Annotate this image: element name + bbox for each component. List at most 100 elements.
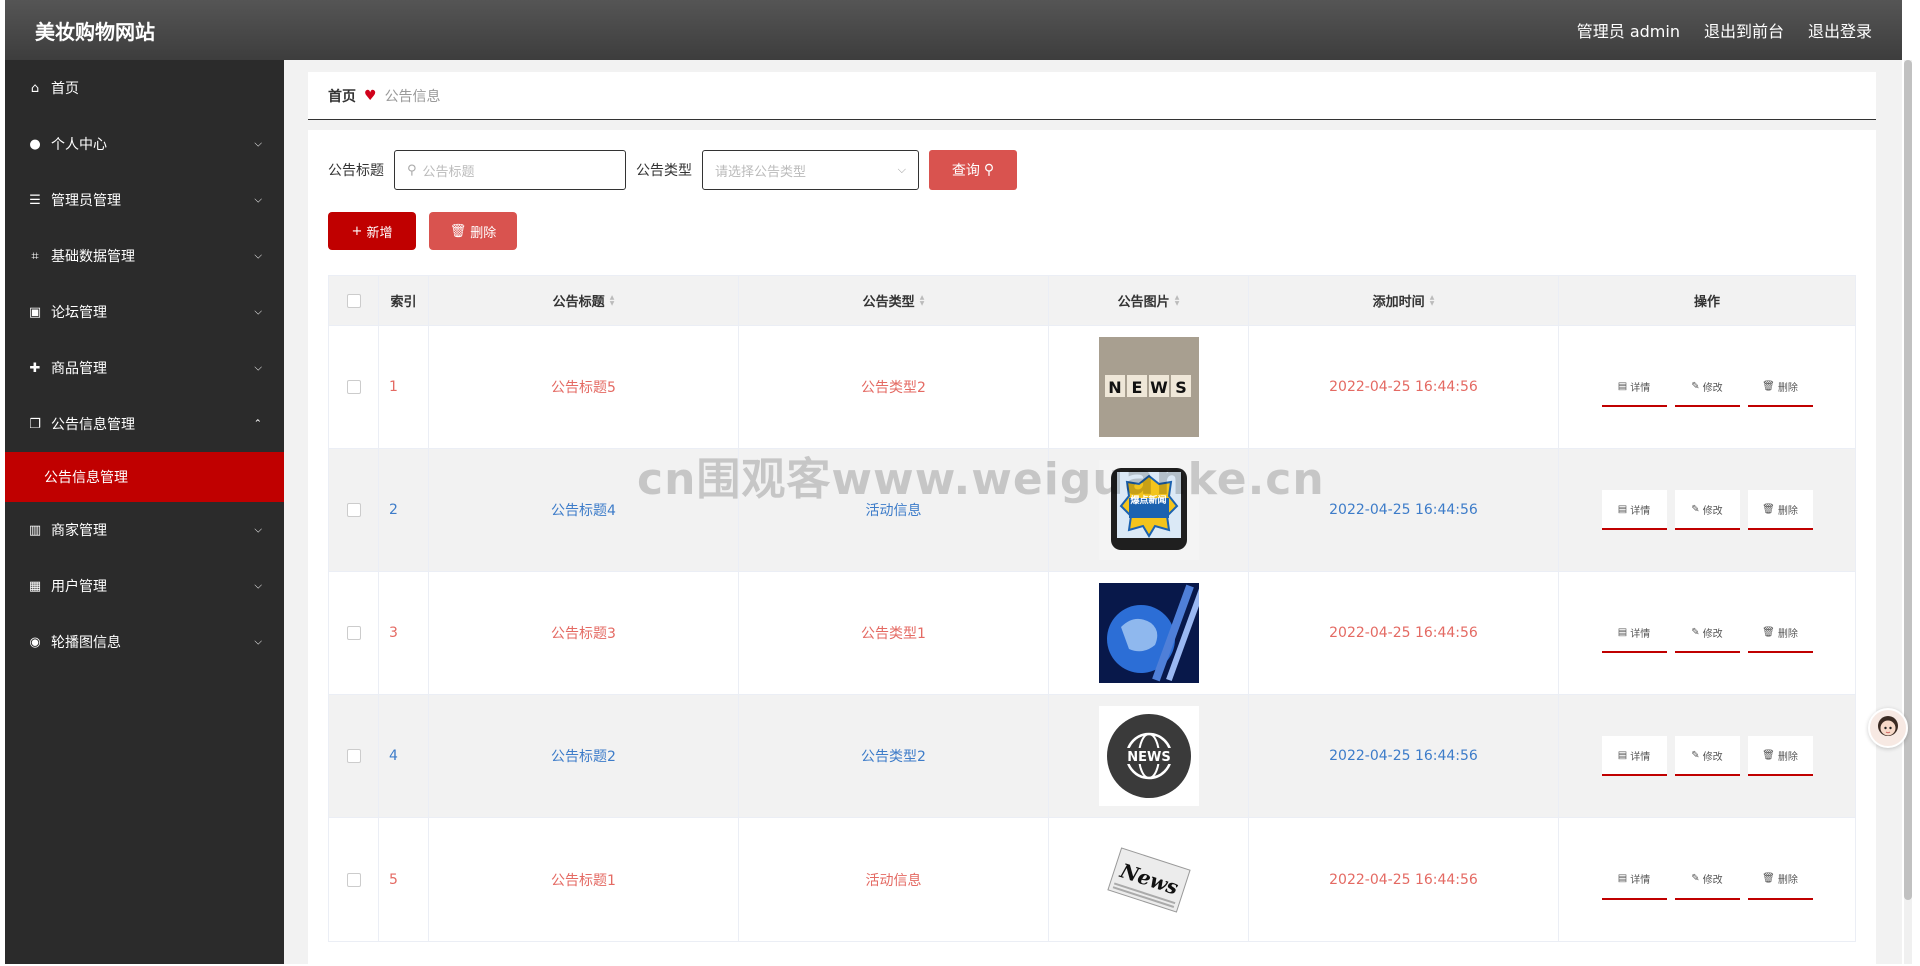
sidebar-item-admins[interactable]: ☰ 管理员管理 ⌵	[5, 172, 284, 228]
sidebar-item-notices[interactable]: ❐ 公告信息管理 ⌃	[5, 396, 284, 452]
edit-button-label: 修改	[1702, 875, 1723, 886]
edit-icon: ✎	[1691, 873, 1700, 884]
sort-icon: ▲ ▼	[1174, 293, 1180, 307]
edit-button[interactable]: ✎ 修改	[1674, 490, 1740, 530]
sort-icon: ▲ ▼	[1429, 293, 1435, 307]
edit-button[interactable]: ✎ 修改	[1674, 859, 1740, 900]
page-scrollbar[interactable]	[1904, 60, 1912, 964]
detail-button[interactable]: ▤ 详情	[1601, 613, 1667, 653]
row-checkbox[interactable]	[346, 503, 361, 517]
breadcrumb-home[interactable]: 首页	[328, 86, 356, 106]
title-search-input[interactable]: ⚲ 公告标题	[394, 150, 626, 190]
sidebar-item-forum[interactable]: ▣ 论坛管理 ⌵	[5, 284, 284, 340]
header-image[interactable]: 公告图片 ▲ ▼	[1049, 276, 1249, 325]
delete-button[interactable]: 🗑 删除	[1747, 613, 1813, 653]
delete-button[interactable]: 🗑 删除	[1747, 490, 1813, 530]
row-checkbox-cell	[329, 572, 379, 694]
sidebar-item-label: 首页	[51, 81, 79, 97]
globe-news-image[interactable]	[1098, 583, 1199, 683]
newspaper-image[interactable]: News	[1098, 829, 1199, 930]
sidebar-item-merchants[interactable]: ▥ 商家管理 ⌵	[5, 502, 284, 558]
row-checkbox[interactable]	[346, 749, 361, 763]
submenu-item-notice-management[interactable]: 公告信息管理	[5, 452, 284, 502]
row-time: 2022-04-25 16:44:56	[1249, 449, 1559, 571]
header-type[interactable]: 公告类型 ▲ ▼	[739, 276, 1049, 325]
chevron-down-icon: ⌵	[254, 636, 262, 648]
sort-icon: ▲ ▼	[919, 293, 925, 307]
sidebar-item-home[interactable]: ⌂ 首页	[5, 60, 284, 116]
edit-button[interactable]: ✎ 修改	[1674, 613, 1740, 653]
detail-button[interactable]: ▤ 详情	[1601, 367, 1667, 407]
header-title[interactable]: 公告标题 ▲ ▼	[429, 276, 739, 325]
chevron-down-icon: ⌵	[254, 524, 262, 536]
hot-news-phone-image[interactable]: 爆点新闻	[1098, 460, 1199, 560]
edit-button[interactable]: ✎ 修改	[1674, 367, 1740, 407]
sidebar-item-profile[interactable]: ● 个人中心 ⌵	[5, 116, 284, 172]
sidebar-item-label: 基础数据管理	[51, 249, 135, 265]
delete-button-label: 删除	[1777, 382, 1798, 394]
edit-button-label: 修改	[1702, 505, 1723, 517]
sidebar-item-label: 管理员管理	[51, 193, 121, 209]
row-time: 2022-04-25 16:44:56	[1249, 695, 1559, 817]
type-select[interactable]: 请选择公告类型 ⌵	[702, 150, 919, 190]
submenu-item-label: 公告信息管理	[44, 470, 128, 486]
query-button[interactable]: 查询 ⚲	[929, 150, 1017, 190]
edit-icon: ✎	[1691, 626, 1700, 638]
app-root: 美妆购物网站 管理员 admin 退出到前台 退出登录 ⌂ 首页 ● 个人中心 …	[0, 0, 1920, 966]
title-search-label: 公告标题	[328, 163, 384, 179]
sidebar-item-base-data[interactable]: ⌗ 基础数据管理 ⌵	[5, 228, 284, 284]
logout-link[interactable]: 退出登录	[1808, 18, 1872, 42]
edit-button[interactable]: ✎ 修改	[1674, 736, 1740, 776]
plus-icon: +	[351, 223, 363, 239]
detail-button[interactable]: ▤ 详情	[1601, 859, 1667, 900]
sidebar-item-label: 用户管理	[51, 579, 107, 595]
detail-button[interactable]: ▤ 详情	[1601, 736, 1667, 776]
delete-button-label: 删除	[1777, 505, 1798, 517]
row-checkbox-cell	[329, 695, 379, 817]
sidebar-item-label: 轮播图信息	[51, 635, 121, 651]
row-ops: ▤ 详情 ✎ 修改 🗑 删除	[1559, 818, 1855, 941]
news-blocks-image[interactable]: N E W S	[1098, 337, 1199, 437]
hot-news-image-text: 爆点新闻	[1130, 496, 1167, 506]
detail-button[interactable]: ▤ 详情	[1601, 490, 1667, 530]
row-type: 公告类型2	[739, 326, 1049, 448]
delete-button[interactable]: 🗑 删除	[1747, 736, 1813, 776]
row-title: 公告标题5	[429, 326, 739, 448]
delete-button-label: 删除	[1777, 875, 1798, 886]
row-title: 公告标题3	[429, 572, 739, 694]
row-checkbox[interactable]	[346, 380, 361, 394]
delete-button[interactable]: 🗑 删除	[1747, 859, 1813, 900]
row-checkbox[interactable]	[346, 872, 361, 887]
news-globe-circle-image[interactable]: NEWS	[1098, 706, 1199, 806]
header-title-label: 公告标题	[552, 295, 605, 310]
chevron-up-icon: ⌃	[253, 418, 262, 430]
chevron-down-icon: ⌵	[254, 306, 262, 318]
back-to-front-link[interactable]: 退出到前台	[1704, 18, 1784, 42]
row-type: 活动信息	[739, 449, 1049, 571]
location-icon: ◉	[29, 634, 41, 650]
scrollbar-thumb[interactable]	[1904, 60, 1912, 900]
sidebar-item-carousel[interactable]: ◉ 轮播图信息 ⌵	[5, 614, 284, 670]
chevron-down-icon: ⌵	[254, 362, 262, 374]
row-ops: ▤ 详情 ✎ 修改 🗑 删除	[1559, 449, 1855, 571]
row-time: 2022-04-25 16:44:56	[1249, 572, 1559, 694]
main-area: 首页 ♥ 公告信息 公告标题 ⚲ 公告标题 公告类型 请选择公告类型 ⌵ 查询 …	[284, 60, 1902, 964]
add-button[interactable]: + 新增	[328, 212, 416, 250]
svg-text:N: N	[1108, 378, 1121, 397]
sidebar-item-users[interactable]: ▦ 用户管理 ⌵	[5, 558, 284, 614]
row-checkbox[interactable]	[346, 626, 361, 640]
trash-icon: 🗑	[1762, 749, 1775, 761]
admin-label[interactable]: 管理员 admin	[1577, 18, 1680, 42]
row-ops: ▤ 详情 ✎ 修改 🗑 删除	[1559, 572, 1855, 694]
delete-button[interactable]: 🗑 删除	[1747, 367, 1813, 407]
chevron-down-icon: ⌵	[897, 163, 906, 176]
header-time[interactable]: 添加时间 ▲ ▼	[1249, 276, 1559, 325]
sidebar-item-products[interactable]: ✚ 商品管理 ⌵	[5, 340, 284, 396]
row-image-cell: NEWS	[1049, 695, 1249, 817]
select-all-checkbox[interactable]	[346, 293, 361, 308]
copy-icon: ❐	[29, 416, 41, 432]
top-links: 管理员 admin 退出到前台 退出登录	[1577, 18, 1872, 42]
row-image-cell: N E W S	[1049, 326, 1249, 448]
batch-delete-button[interactable]: 🗑 删除	[429, 212, 517, 250]
assistant-avatar[interactable]	[1868, 708, 1908, 748]
